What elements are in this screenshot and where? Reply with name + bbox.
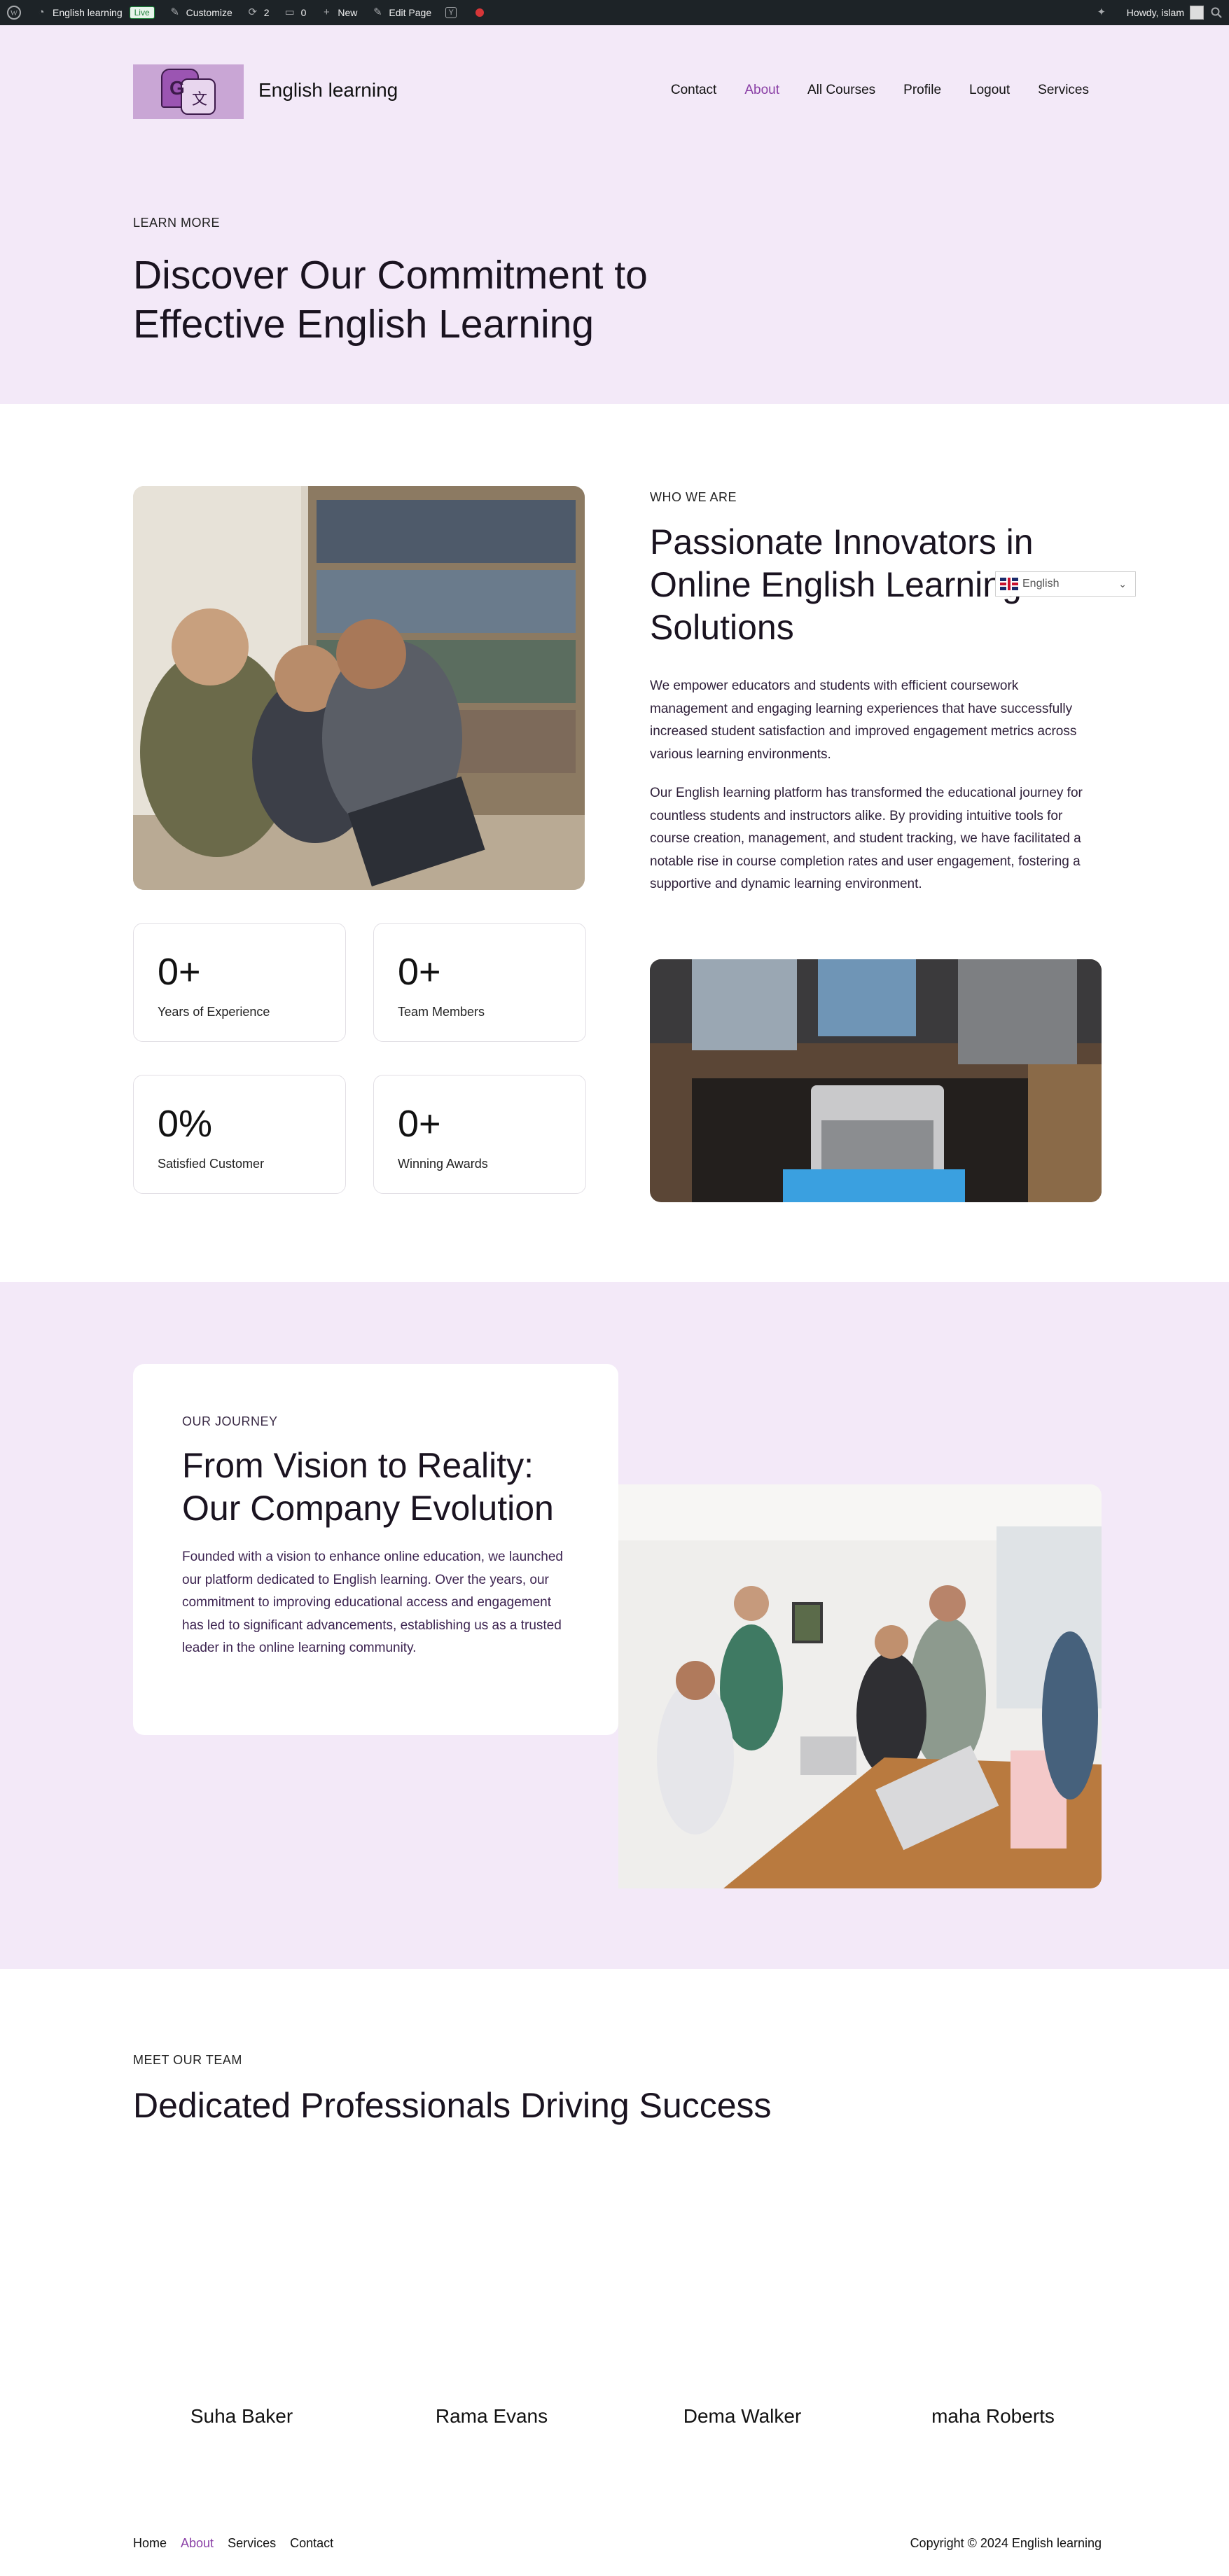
journey-eyebrow: OUR JOURNEY	[182, 1414, 278, 1428]
footer-link-home[interactable]: Home	[133, 2536, 167, 2551]
status-dot-icon[interactable]	[475, 8, 485, 17]
footer-link-contact[interactable]: Contact	[290, 2536, 333, 2551]
chevron-down-icon: ⌄	[1118, 578, 1127, 590]
refresh-icon: ⟳	[248, 6, 258, 18]
uk-flag-icon	[1000, 578, 1018, 590]
journey-card: OUR JOURNEY From Vision to Reality: Our …	[133, 1364, 618, 1735]
laptop-photo	[650, 959, 1102, 1202]
main-nav: Contact About All Courses Profile Logout…	[671, 83, 1089, 98]
team-member-name: Dema Walker	[683, 2405, 802, 2427]
live-badge: Live	[129, 6, 155, 19]
nav-item-services[interactable]: Services	[1038, 83, 1089, 98]
stat-card-years: 0+ Years of Experience	[133, 923, 346, 1042]
journey-section: OUR JOURNEY From Vision to Reality: Our …	[0, 1282, 1229, 1969]
updates-link[interactable]: ⟳ 2	[247, 6, 269, 19]
nav-item-all-courses[interactable]: All Courses	[807, 83, 875, 98]
footer-link-about[interactable]: About	[181, 2536, 214, 2551]
team-meeting-photo	[618, 1484, 1102, 1888]
edit-page-link[interactable]: ✎ Edit Page	[371, 6, 431, 19]
admin-bar: W ◔ English learning Live ✎ Customize ⟳ …	[0, 0, 1229, 25]
journey-title: From Vision to Reality: Our Company Evol…	[182, 1446, 554, 1528]
avatar	[1190, 6, 1204, 20]
nav-item-about[interactable]: About	[744, 83, 779, 98]
wordpress-logo-icon[interactable]: W	[7, 6, 21, 20]
who-we-are-paragraph-1: We empower educators and students with e…	[650, 678, 1077, 762]
stat-card-awards: 0+ Winning Awards	[373, 1075, 586, 1194]
team-title: Dedicated Professionals Driving Success	[133, 2086, 772, 2125]
account-menu[interactable]: Howdy, islam	[1127, 6, 1204, 20]
who-we-are-eyebrow: WHO WE ARE	[650, 490, 737, 504]
hero-eyebrow: LEARN MORE	[133, 216, 221, 230]
copyright-text: Copyright © 2024 English learning	[910, 2536, 1102, 2550]
stat-card-satisfied: 0% Satisfied Customer	[133, 1075, 346, 1194]
team-eyebrow: MEET OUR TEAM	[133, 2053, 242, 2067]
nav-item-profile[interactable]: Profile	[903, 83, 941, 98]
ai-sparkle-icon[interactable]: ✦	[1095, 6, 1113, 19]
team-member-name: Rama Evans	[435, 2405, 548, 2427]
comment-icon: ▭	[284, 6, 295, 18]
admin-site-name[interactable]: ◔ English learning Live	[35, 6, 155, 19]
customize-link[interactable]: ✎ Customize	[169, 6, 232, 19]
nav-item-contact[interactable]: Contact	[671, 83, 716, 98]
hero-title: Discover Our Commitment to Effective Eng…	[133, 253, 648, 347]
plus-icon: +	[323, 6, 330, 18]
hero-section: G 文 English learning Contact About All C…	[0, 25, 1229, 404]
svg-text:W: W	[11, 9, 18, 18]
team-photo-bookshelf	[133, 486, 585, 890]
footer-link-services[interactable]: Services	[228, 2536, 276, 2551]
site-title[interactable]: English learning	[258, 79, 398, 102]
dashboard-icon: ◔	[38, 6, 45, 18]
new-content-link[interactable]: + New	[320, 6, 357, 19]
yoast-icon[interactable]: Y	[445, 7, 461, 18]
brush-icon: ✎	[170, 6, 179, 18]
stat-card-team: 0+ Team Members	[373, 923, 586, 1042]
pencil-icon: ✎	[373, 6, 382, 18]
journey-paragraph: Founded with a vision to enhance online …	[182, 1550, 563, 1655]
nav-item-logout[interactable]: Logout	[969, 83, 1010, 98]
footer-nav: Home About Services Contact	[133, 2536, 333, 2551]
team-member-name: maha Roberts	[931, 2405, 1055, 2427]
search-icon[interactable]	[1211, 7, 1222, 18]
who-we-are-paragraph-2: Our English learning platform has transf…	[650, 786, 1083, 891]
language-switcher[interactable]: English ⌄	[995, 571, 1136, 597]
comments-link[interactable]: ▭ 0	[284, 6, 306, 19]
team-member-name: Suha Baker	[190, 2405, 293, 2427]
site-logo[interactable]: G 文	[133, 64, 244, 119]
